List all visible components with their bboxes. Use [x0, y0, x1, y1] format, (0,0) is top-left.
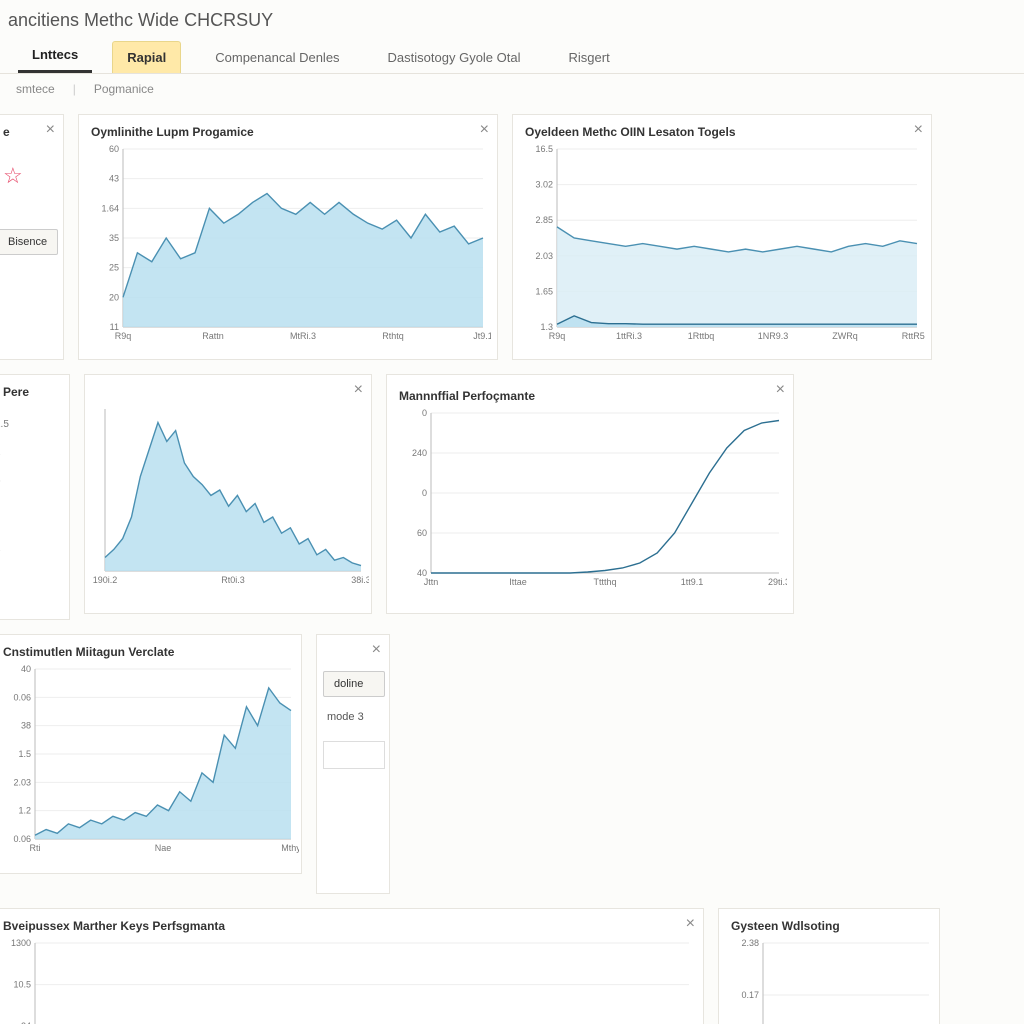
title-c6: Cnstimutlen Miitagun Verclate	[0, 635, 301, 663]
chart-c6: 0.06 1.2 2.03 1.5 38 0.06 40 Rti Nae Mthy	[0, 663, 301, 869]
svg-text:240: 240	[412, 448, 427, 458]
svg-text:0: 0	[422, 408, 427, 418]
svg-text:2.03: 2.03	[535, 251, 553, 261]
subtab-smtece[interactable]: smtece	[16, 82, 55, 96]
svg-text:2.03: 2.03	[13, 777, 31, 787]
svg-text:1.5: 1.5	[18, 749, 31, 759]
card-c7: × Bveipussex Marther Keys Perfsgmanta 08…	[0, 908, 704, 1024]
chart-c1: 112025351.644360R9qRattnMtRi.3RthtqJt9.1	[79, 143, 497, 357]
svg-text:Jttn: Jttn	[424, 577, 439, 587]
close-icon[interactable]: ×	[46, 121, 55, 139]
svg-text:1NR9.3: 1NR9.3	[758, 331, 789, 341]
svg-text:1.64: 1.64	[101, 203, 119, 213]
svg-text:0: 0	[422, 488, 427, 498]
svg-text:25: 25	[109, 263, 119, 273]
card-side-3: × doline mode 3	[316, 634, 390, 894]
svg-text:38: 38	[21, 721, 31, 731]
svg-text:1Rttbq: 1Rttbq	[688, 331, 715, 341]
svg-text:R9q: R9q	[549, 331, 566, 341]
card-side-1: × e ☆ Bisence	[0, 114, 64, 360]
svg-text:3.02: 3.02	[535, 180, 553, 190]
svg-text:1300: 1300	[11, 938, 31, 948]
svg-text:40: 40	[21, 664, 31, 674]
svg-text:Rthtq: Rthtq	[382, 331, 404, 341]
svg-text:Nae: Nae	[155, 843, 172, 853]
card-c3: Pere 1.5 1 3 2	[0, 374, 70, 620]
svg-text:43: 43	[109, 174, 119, 184]
mode-label: mode 3	[323, 707, 385, 727]
card-c1: × Oymlinithe Lupm Progamice 112025351.64…	[78, 114, 498, 360]
svg-text:RttR5.3: RttR5.3	[902, 331, 925, 341]
svg-text:0.06: 0.06	[13, 834, 31, 844]
title-c3: Pere	[0, 375, 69, 403]
tab-risgert[interactable]: Risgert	[555, 42, 624, 73]
title-c8: Gysteen Wdlsoting	[719, 909, 939, 937]
svg-text:Jt9.1: Jt9.1	[473, 331, 491, 341]
card-c6: Cnstimutlen Miitagun Verclate 0.06 1.2 2.0…	[0, 634, 302, 874]
svg-text:MtRi.3: MtRi.3	[290, 331, 316, 341]
svg-text:0.17: 0.17	[741, 990, 759, 1000]
card-c5: × Mannnffial Perfoçmante 406002400JttnIt…	[386, 374, 794, 614]
card-c4: × 190i.2 Rt0i.3 38i.3	[84, 374, 372, 614]
doline-button[interactable]: doline	[323, 671, 385, 697]
svg-text:Ittae: Ittae	[509, 577, 527, 587]
svg-text:1.65: 1.65	[535, 286, 553, 296]
title-c2: Oyeldeen Methc OIIN Lesaton Togels	[513, 115, 931, 143]
card-c8: Gysteen Wdlsoting 0.10.50.030.172.38Miat…	[718, 908, 940, 1024]
svg-text:Mthy: Mthy	[281, 843, 299, 853]
main-tabs: Lnttecs Rapial Compenancal Denles Dastis…	[0, 39, 1024, 74]
dashboard-grid: × e ☆ Bisence × Oymlinithe Lupm Progamic…	[0, 104, 1024, 1024]
svg-text:190i.2: 190i.2	[93, 575, 117, 585]
svg-text:10.5: 10.5	[13, 980, 31, 990]
close-icon[interactable]: ×	[686, 915, 695, 933]
svg-text:60: 60	[109, 144, 119, 154]
svg-text:Rattn: Rattn	[202, 331, 224, 341]
svg-text:1ttRi.3: 1ttRi.3	[616, 331, 642, 341]
chart-c7: 08022.532410.51300Ttt8.231tt6.181tt6.3.3…	[0, 937, 703, 1024]
chart-c2: 1.31.652.032.853.0216.5R9q1ttRi.31Rttbq1…	[513, 143, 931, 357]
svg-text:29ti.3: 29ti.3	[768, 577, 787, 587]
subtab-pogmanice[interactable]: Pogmanice	[94, 82, 154, 96]
svg-text:35: 35	[109, 233, 119, 243]
tab-compenancal[interactable]: Compenancal Denles	[201, 42, 353, 73]
svg-text:1.2: 1.2	[18, 806, 31, 816]
svg-text:1tt9.1: 1tt9.1	[681, 577, 704, 587]
close-icon[interactable]: ×	[480, 121, 489, 139]
star-icon: ☆	[0, 143, 63, 189]
bisence-button[interactable]: Bisence	[0, 229, 58, 255]
title-c5b: Mannnffial Perfoçmante	[387, 389, 793, 407]
svg-text:20: 20	[109, 292, 119, 302]
title-c7: Bveipussex Marther Keys Perfsgmanta	[0, 909, 703, 937]
tab-dastisotogy[interactable]: Dastisotogy Gyole Otal	[374, 42, 535, 73]
divider: |	[73, 82, 76, 96]
title-c5	[387, 375, 793, 389]
card-c2: × Oyeldeen Methc OIIN Lesaton Togels 1.3…	[512, 114, 932, 360]
close-icon[interactable]: ×	[354, 381, 363, 399]
svg-text:Rti: Rti	[30, 843, 41, 853]
svg-text:0.06: 0.06	[13, 692, 31, 702]
chart-c4: 190i.2 Rt0i.3 38i.3	[85, 375, 371, 601]
close-icon[interactable]: ×	[776, 381, 785, 399]
svg-text:2.38: 2.38	[741, 938, 759, 948]
svg-text:60: 60	[417, 528, 427, 538]
close-icon[interactable]: ×	[372, 641, 381, 659]
close-icon[interactable]: ×	[914, 121, 923, 139]
svg-text:R9q: R9q	[115, 331, 132, 341]
yticks-c3: 1.5 1 3 2	[0, 403, 69, 571]
tab-lnttecs[interactable]: Lnttecs	[18, 39, 92, 73]
tab-rapial[interactable]: Rapial	[112, 41, 181, 73]
chart-c8: 0.10.50.030.172.38Miatt.18Miatn.18Mialt.…	[719, 937, 939, 1024]
svg-text:ZWRq: ZWRq	[832, 331, 858, 341]
input-box[interactable]	[323, 741, 385, 769]
svg-text:Tttthq: Tttthq	[593, 577, 616, 587]
svg-text:Rt0i.3: Rt0i.3	[221, 575, 245, 585]
sub-tabs: smtece | Pogmanice	[0, 74, 1024, 104]
svg-text:2.85: 2.85	[535, 215, 553, 225]
chart-c5: 406002400JttnIttaeTttthq1tt9.129ti.3	[387, 407, 793, 603]
svg-text:16.5: 16.5	[535, 144, 553, 154]
title-c1: Oymlinithe Lupm Progamice	[79, 115, 497, 143]
svg-text:38i.3: 38i.3	[351, 575, 369, 585]
page-title: ancitiens Methc Wide CHCRSUY	[0, 0, 1024, 39]
